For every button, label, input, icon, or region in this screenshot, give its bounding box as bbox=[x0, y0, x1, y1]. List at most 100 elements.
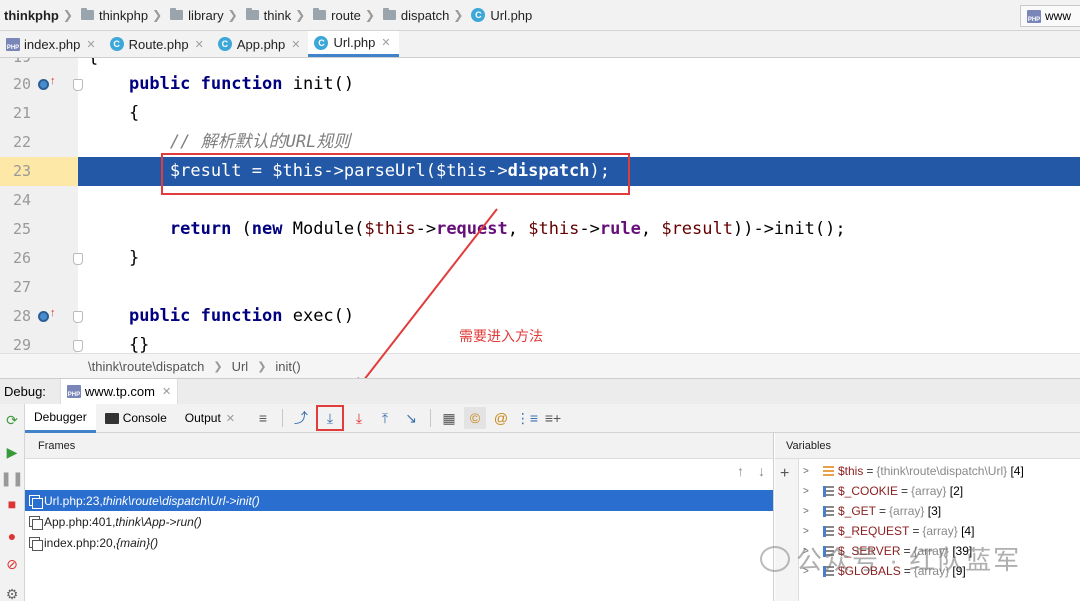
breadcrumb-project[interactable]: thinkphp ❯ bbox=[4, 8, 73, 23]
frame-row[interactable]: App.php:401, think\App->run() bbox=[25, 511, 773, 532]
close-icon[interactable]: ✕ bbox=[291, 38, 300, 51]
close-icon[interactable]: ✕ bbox=[162, 385, 171, 398]
tab-output[interactable]: Output ✕ bbox=[176, 404, 244, 433]
close-icon[interactable]: ✕ bbox=[195, 38, 204, 51]
code-line[interactable]: 20 ↑ public function init() bbox=[0, 70, 1080, 99]
add-watch-icon[interactable]: ≡+ bbox=[542, 407, 564, 429]
expand-arrow-icon[interactable]: > bbox=[803, 506, 815, 517]
code-text: public function init() bbox=[128, 74, 355, 94]
breadcrumb-folder-thinkphp[interactable]: thinkphp ❯ bbox=[73, 8, 162, 23]
fold-marker-icon[interactable] bbox=[73, 79, 83, 91]
force-step-into-icon[interactable]: ⤓ bbox=[348, 407, 370, 429]
tab-debugger[interactable]: Debugger bbox=[25, 403, 96, 433]
variable-row[interactable]: > $_GET = {array} [3] bbox=[803, 501, 941, 521]
stack-frame-icon bbox=[29, 537, 43, 551]
chevron-right-icon: ❯ bbox=[257, 360, 267, 373]
breadcrumb-file[interactable]: C Url.php bbox=[463, 8, 532, 23]
breadcrumb-label: Url.php bbox=[490, 7, 533, 23]
stack-frame-icon bbox=[29, 495, 43, 509]
frame-location: App.php:401, bbox=[44, 514, 116, 529]
tab-label: Route.php bbox=[128, 36, 189, 52]
class-icon[interactable]: © bbox=[464, 407, 486, 429]
close-icon[interactable]: ✕ bbox=[381, 36, 390, 49]
line-number: 29 bbox=[12, 336, 31, 353]
breadcrumb-label: thinkphp bbox=[98, 7, 149, 23]
toolbar-separator bbox=[282, 409, 283, 427]
tab-label: Output bbox=[184, 411, 221, 425]
step-into-icon[interactable]: ⤓ bbox=[316, 405, 344, 431]
expand-arrow-icon[interactable]: > bbox=[803, 526, 815, 537]
php-file-icon: PHP bbox=[1027, 9, 1041, 23]
step-out-icon[interactable]: ⤒ bbox=[374, 407, 396, 429]
rerun-icon[interactable]: ⟳ bbox=[4, 412, 20, 428]
expand-arrow-icon[interactable]: > bbox=[803, 486, 815, 497]
code-line[interactable]: 21 { bbox=[0, 99, 1080, 128]
fold-marker-icon[interactable] bbox=[73, 340, 83, 352]
variable-row[interactable]: > $this = {think\route\dispatch\Url} [4] bbox=[803, 461, 1024, 481]
variable-row[interactable]: > $_COOKIE = {array} [2] bbox=[803, 481, 963, 501]
method-crumb[interactable]: init() bbox=[275, 359, 300, 374]
frame-row[interactable]: Url.php:23, think\route\dispatch\Url->in… bbox=[25, 490, 773, 511]
breadcrumb-folder-route[interactable]: route ❯ bbox=[305, 8, 375, 23]
debugger-toolbar: Debugger Console Output ✕ ≡ ⤴ ⤓ ⤓ ⤒ ↘ ▦ … bbox=[25, 403, 1080, 433]
breadcrumb-folder-library[interactable]: library ❯ bbox=[162, 8, 238, 23]
chevron-right-icon: ❯ bbox=[152, 8, 163, 22]
tab-console[interactable]: Console bbox=[96, 404, 176, 433]
code-line[interactable]: 26 } bbox=[0, 244, 1080, 273]
code-text: { bbox=[88, 103, 140, 123]
watch-icon[interactable]: @ bbox=[490, 407, 512, 429]
frame-row[interactable]: index.php:20, {main}() bbox=[25, 532, 773, 553]
breadcrumb-folder-dispatch[interactable]: dispatch ❯ bbox=[375, 8, 463, 23]
fold-marker-icon[interactable] bbox=[73, 253, 83, 265]
code-editor[interactable]: 19 { 20 ↑ public function init() 21 { 22… bbox=[0, 58, 1080, 353]
close-icon[interactable]: ✕ bbox=[226, 412, 235, 425]
tab-label: Console bbox=[122, 411, 167, 425]
array-icon bbox=[823, 505, 834, 517]
line-number: 24 bbox=[12, 191, 31, 209]
line-number: 21 bbox=[12, 104, 31, 122]
chevron-right-icon: ❯ bbox=[227, 8, 238, 22]
implements-method-icon[interactable] bbox=[38, 311, 49, 322]
add-icon[interactable]: + bbox=[780, 465, 789, 483]
fold-marker-icon[interactable] bbox=[73, 311, 83, 323]
tab-app-php[interactable]: C App.php ✕ bbox=[212, 31, 309, 57]
settings-icon[interactable]: ⚙ bbox=[4, 586, 20, 601]
stop-icon[interactable]: ■ bbox=[4, 496, 20, 512]
namespace-crumb[interactable]: \think\route\dispatch bbox=[88, 359, 204, 374]
show-execution-point-icon[interactable]: ⤴ bbox=[290, 407, 312, 429]
tab-index-php[interactable]: PHP index.php ✕ bbox=[0, 31, 104, 57]
resume-icon[interactable]: ▶ bbox=[4, 444, 20, 460]
arrow-down-icon[interactable]: ↓ bbox=[758, 463, 765, 479]
code-line[interactable]: 27 bbox=[0, 273, 1080, 302]
arrow-up-icon: ↑ bbox=[50, 75, 56, 87]
class-crumb[interactable]: Url bbox=[232, 359, 249, 374]
layout-menu-icon[interactable]: ≡ bbox=[252, 407, 274, 429]
arrow-up-icon[interactable]: ↑ bbox=[737, 463, 744, 479]
pause-icon[interactable]: ❚❚ bbox=[0, 470, 23, 486]
frame-location: index.php:20, bbox=[44, 535, 117, 550]
frame-function: think\App->run() bbox=[115, 514, 202, 529]
line-number: 25 bbox=[12, 220, 31, 238]
breadcrumb-label: dispatch bbox=[400, 7, 450, 23]
implements-method-icon[interactable] bbox=[38, 79, 49, 90]
tab-url-php[interactable]: C Url.php ✕ bbox=[308, 31, 399, 57]
tab-route-php[interactable]: C Route.php ✕ bbox=[104, 31, 212, 57]
breadcrumb-label: thinkphp bbox=[4, 7, 59, 23]
close-icon[interactable]: ✕ bbox=[86, 38, 95, 51]
run-to-cursor-icon[interactable]: ↘ bbox=[400, 407, 422, 429]
session-label: www.tp.com bbox=[84, 384, 155, 399]
variable-row[interactable]: > $_REQUEST = {array} [4] bbox=[803, 521, 974, 541]
expand-arrow-icon[interactable]: > bbox=[803, 466, 815, 477]
frames-icon[interactable]: ⋮≡ bbox=[516, 407, 538, 429]
navigation-breadcrumb: thinkphp ❯ thinkphp ❯ library ❯ think ❯ rout… bbox=[0, 0, 1080, 31]
variable-type: {array} bbox=[889, 504, 925, 518]
code-line[interactable]: 25 return (new Module($this->request, $t… bbox=[0, 215, 1080, 244]
evaluate-expression-icon[interactable]: ▦ bbox=[438, 407, 460, 429]
run-config-label: www bbox=[1045, 9, 1071, 23]
view-breakpoints-icon[interactable]: ● bbox=[4, 528, 20, 544]
wechat-logo-icon bbox=[760, 545, 790, 572]
debug-session-tab[interactable]: PHP www.tp.com ✕ bbox=[59, 378, 179, 405]
run-configuration-selector[interactable]: PHP www bbox=[1020, 5, 1080, 27]
mute-breakpoints-icon[interactable]: ⊘ bbox=[4, 556, 20, 572]
breadcrumb-folder-think[interactable]: think ❯ bbox=[238, 8, 305, 23]
